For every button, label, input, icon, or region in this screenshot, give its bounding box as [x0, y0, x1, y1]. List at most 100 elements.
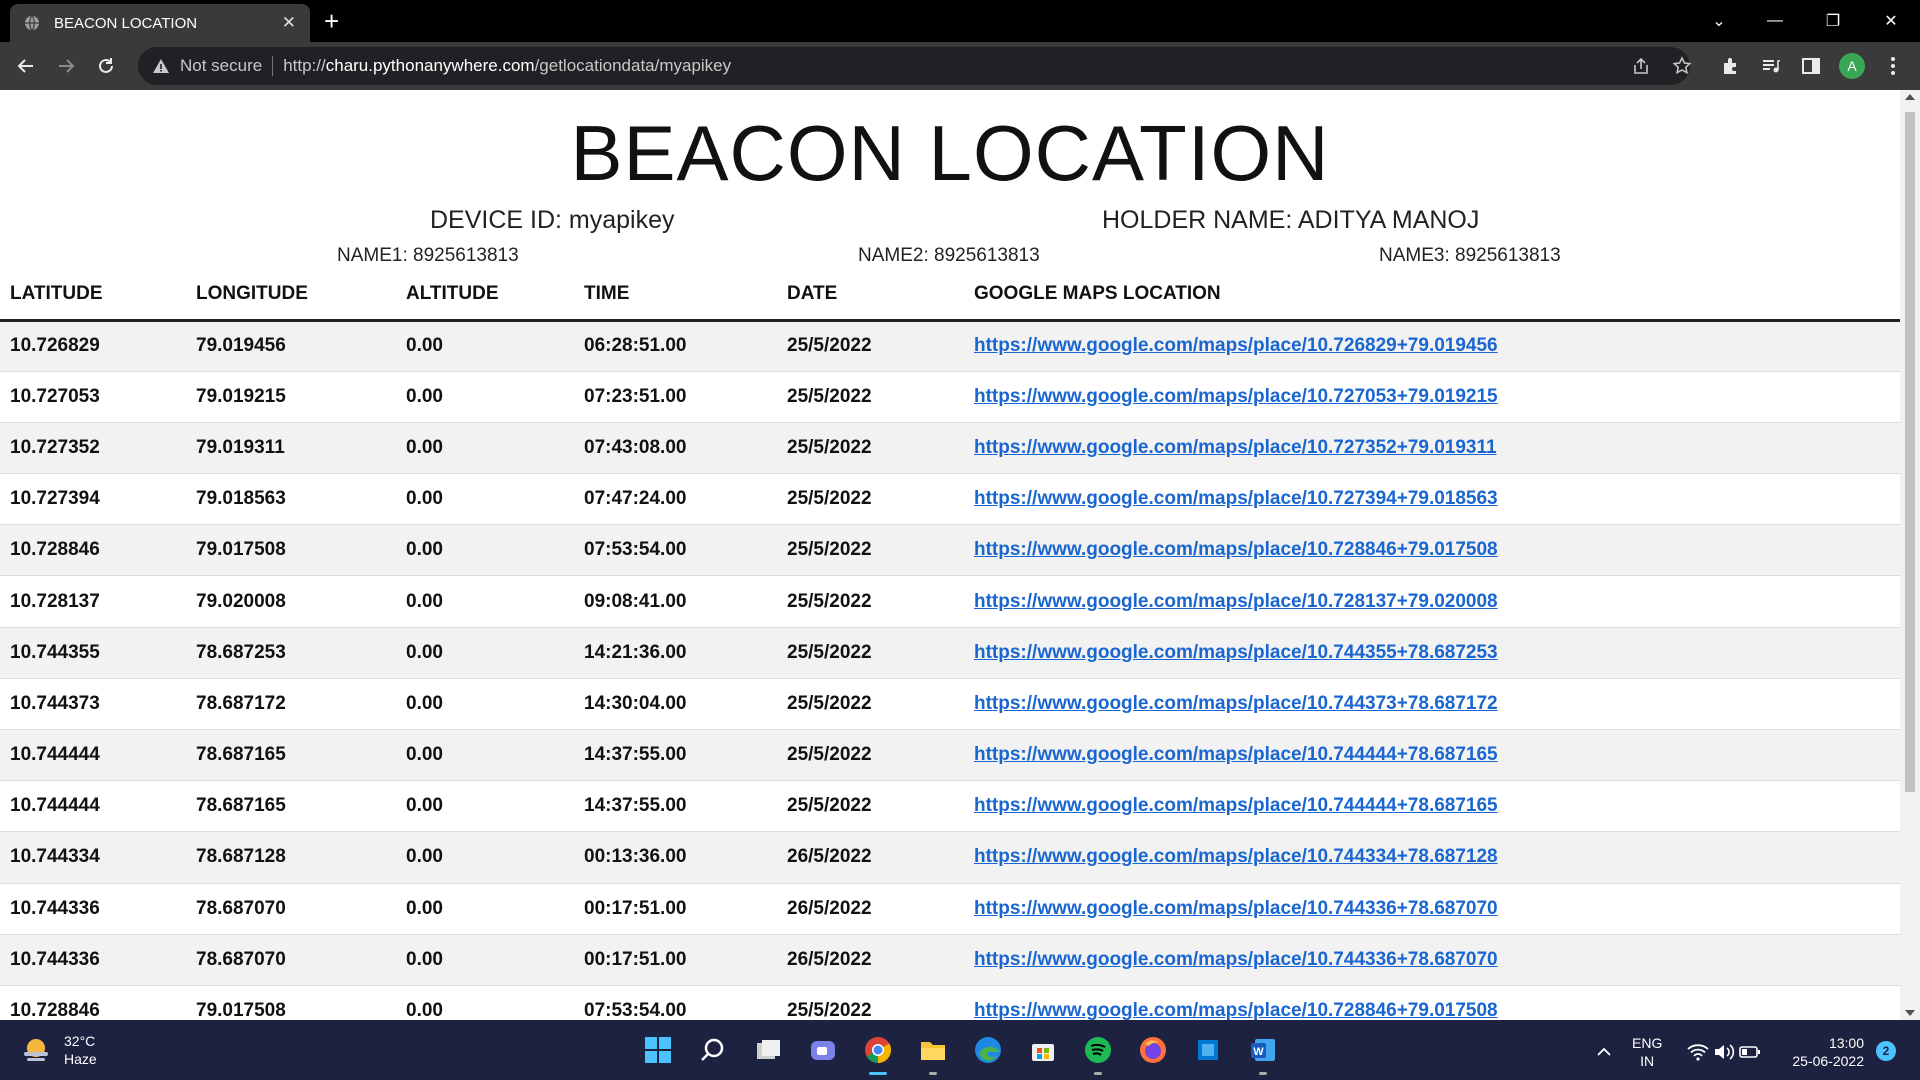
- cell-longitude: 79.018563: [186, 473, 396, 526]
- google-maps-link[interactable]: https://www.google.com/maps/place/10.744…: [974, 795, 1498, 816]
- vertical-scrollbar[interactable]: [1900, 90, 1920, 1020]
- cell-maps-link: https://www.google.com/maps/place/10.744…: [964, 678, 1900, 731]
- chevron-up-icon[interactable]: [1586, 1034, 1622, 1070]
- close-tab-icon[interactable]: ✕: [282, 13, 296, 33]
- name3-label: NAME3: 8925613813: [1379, 245, 1561, 266]
- google-maps-link[interactable]: https://www.google.com/maps/place/10.744…: [974, 949, 1498, 970]
- cell-time: 00:13:36.00: [574, 831, 777, 884]
- file-explorer-icon[interactable]: [915, 1032, 951, 1068]
- start-icon[interactable]: [640, 1032, 676, 1068]
- table-row: 10.744334 78.687128 0.00 00:13:36.00 26/5/20…: [0, 831, 1900, 884]
- cell-date: 25/5/2022: [777, 627, 964, 679]
- cell-maps-link: https://www.google.com/maps/place/10.728…: [964, 524, 1900, 577]
- google-maps-link[interactable]: https://www.google.com/maps/place/10.727…: [974, 437, 1497, 458]
- cell-longitude: 78.687070: [186, 883, 396, 935]
- store-icon[interactable]: [1025, 1032, 1061, 1068]
- close-window-button[interactable]: ✕: [1866, 0, 1916, 42]
- cell-maps-link: https://www.google.com/maps/place/10.727…: [964, 371, 1900, 423]
- cell-date: 26/5/2022: [777, 883, 964, 935]
- scroll-up-arrow-icon[interactable]: [1905, 94, 1915, 100]
- extensions-icon[interactable]: [1717, 52, 1745, 80]
- firefox-icon[interactable]: [1135, 1032, 1171, 1068]
- profile-avatar[interactable]: A: [1839, 53, 1865, 79]
- google-maps-link[interactable]: https://www.google.com/maps/place/10.744…: [974, 846, 1498, 867]
- cell-time: 00:17:51.00: [574, 883, 777, 935]
- cell-maps-link: https://www.google.com/maps/place/10.727…: [964, 473, 1900, 526]
- language-indicator[interactable]: ENG IN: [1632, 1034, 1662, 1070]
- cell-longitude: 78.687165: [186, 780, 396, 833]
- share-icon[interactable]: [1627, 52, 1655, 80]
- cell-time: 14:21:36.00: [574, 627, 777, 679]
- notification-badge[interactable]: 2: [1876, 1041, 1896, 1061]
- cell-latitude: 10.726829: [0, 320, 186, 372]
- battery-icon[interactable]: [1732, 1034, 1768, 1070]
- scrollbar-thumb[interactable]: [1905, 112, 1915, 792]
- google-maps-link[interactable]: https://www.google.com/maps/place/10.744…: [974, 693, 1498, 714]
- table-row: 10.744373 78.687172 0.00 14:30:04.00 25/5/20…: [0, 678, 1900, 731]
- bookmark-star-icon[interactable]: [1668, 52, 1696, 80]
- table-body: 10.726829 79.019456 0.00 06:28:51.00 25/5/20…: [0, 320, 1900, 1020]
- google-maps-link[interactable]: https://www.google.com/maps/place/10.744…: [974, 642, 1498, 663]
- google-maps-link[interactable]: https://www.google.com/maps/place/10.728…: [974, 1000, 1498, 1020]
- address-bar[interactable]: Not secure http://charu.pythonanywhere.c…: [138, 47, 1690, 85]
- browser-tab-strip: BEACON LOCATION ✕ + ⌄ — ❐ ✕: [0, 0, 1920, 42]
- spotify-icon[interactable]: [1080, 1032, 1116, 1068]
- cell-latitude: 10.744444: [0, 729, 186, 782]
- teams-chat-icon[interactable]: [805, 1032, 841, 1068]
- region-code: IN: [1640, 1053, 1655, 1069]
- google-maps-link[interactable]: https://www.google.com/maps/place/10.727…: [974, 386, 1498, 407]
- cell-latitude: 10.744336: [0, 934, 186, 986]
- table-row: 10.728137 79.020008 0.00 09:08:41.00 25/5/20…: [0, 575, 1900, 628]
- clock[interactable]: 13:00 25-06-2022: [1782, 1034, 1864, 1070]
- cell-longitude: 79.019215: [186, 371, 396, 423]
- cell-date: 25/5/2022: [777, 524, 964, 577]
- not-secure-label[interactable]: Not secure: [180, 56, 262, 76]
- cell-maps-link: https://www.google.com/maps/place/10.727…: [964, 422, 1900, 475]
- google-maps-link[interactable]: https://www.google.com/maps/place/10.726…: [974, 335, 1498, 356]
- google-maps-link[interactable]: https://www.google.com/maps/place/10.728…: [974, 591, 1498, 612]
- windows-app-icon[interactable]: [1190, 1032, 1226, 1068]
- table-row: 10.744336 78.687070 0.00 00:17:51.00 26/5/20…: [0, 934, 1900, 986]
- page-title: BEACON LOCATION: [570, 109, 1330, 197]
- menu-kebab-icon[interactable]: [1879, 52, 1907, 80]
- side-panel-icon[interactable]: [1797, 52, 1825, 80]
- google-maps-link[interactable]: https://www.google.com/maps/place/10.744…: [974, 744, 1498, 765]
- cell-maps-link: https://www.google.com/maps/place/10.744…: [964, 780, 1900, 833]
- browser-tab[interactable]: BEACON LOCATION ✕: [10, 4, 310, 42]
- media-control-icon[interactable]: [1757, 52, 1785, 80]
- task-view-icon[interactable]: [750, 1032, 786, 1068]
- reload-button[interactable]: [90, 50, 122, 82]
- cell-time: 06:28:51.00: [574, 320, 777, 372]
- cell-altitude: 0.00: [396, 831, 574, 884]
- cell-maps-link: https://www.google.com/maps/place/10.726…: [964, 320, 1900, 372]
- tab-search-icon[interactable]: ⌄: [1694, 0, 1744, 42]
- forward-button[interactable]: [50, 50, 82, 82]
- language-code: ENG: [1632, 1035, 1663, 1051]
- url-host: charu.pythonanywhere.com: [325, 56, 535, 75]
- table-row: 10.744336 78.687070 0.00 00:17:51.00 26/5/20…: [0, 883, 1900, 935]
- url-text[interactable]: http://charu.pythonanywhere.com/getlocat…: [283, 56, 731, 76]
- name2-label: NAME2: 8925613813: [858, 245, 1040, 266]
- weather-widget[interactable]: 32°C Haze: [20, 1032, 97, 1068]
- google-maps-link[interactable]: https://www.google.com/maps/place/10.744…: [974, 898, 1498, 919]
- table-row: 10.744355 78.687253 0.00 14:21:36.00 25/5/20…: [0, 627, 1900, 679]
- chrome-icon[interactable]: [860, 1032, 896, 1068]
- table-row: 10.728846 79.017508 0.00 07:53:54.00 25/5/20…: [0, 524, 1900, 577]
- cell-longitude: 79.017508: [186, 524, 396, 577]
- google-maps-link[interactable]: https://www.google.com/maps/place/10.728…: [974, 539, 1498, 560]
- cell-date: 25/5/2022: [777, 473, 964, 526]
- cell-time: 14:37:55.00: [574, 780, 777, 833]
- edge-icon[interactable]: [970, 1032, 1006, 1068]
- back-button[interactable]: [10, 50, 42, 82]
- minimize-button[interactable]: —: [1750, 0, 1800, 42]
- cell-time: 07:53:54.00: [574, 524, 777, 577]
- search-icon[interactable]: [695, 1032, 731, 1068]
- restore-button[interactable]: ❐: [1808, 0, 1858, 42]
- word-icon[interactable]: W: [1245, 1032, 1281, 1068]
- google-maps-link[interactable]: https://www.google.com/maps/place/10.727…: [974, 488, 1498, 509]
- scroll-down-arrow-icon[interactable]: [1905, 1010, 1915, 1016]
- new-tab-button[interactable]: +: [324, 6, 339, 37]
- table-row: 10.726829 79.019456 0.00 06:28:51.00 25/5/20…: [0, 320, 1900, 372]
- explorer-running-indicator: [929, 1072, 937, 1075]
- cell-altitude: 0.00: [396, 883, 574, 935]
